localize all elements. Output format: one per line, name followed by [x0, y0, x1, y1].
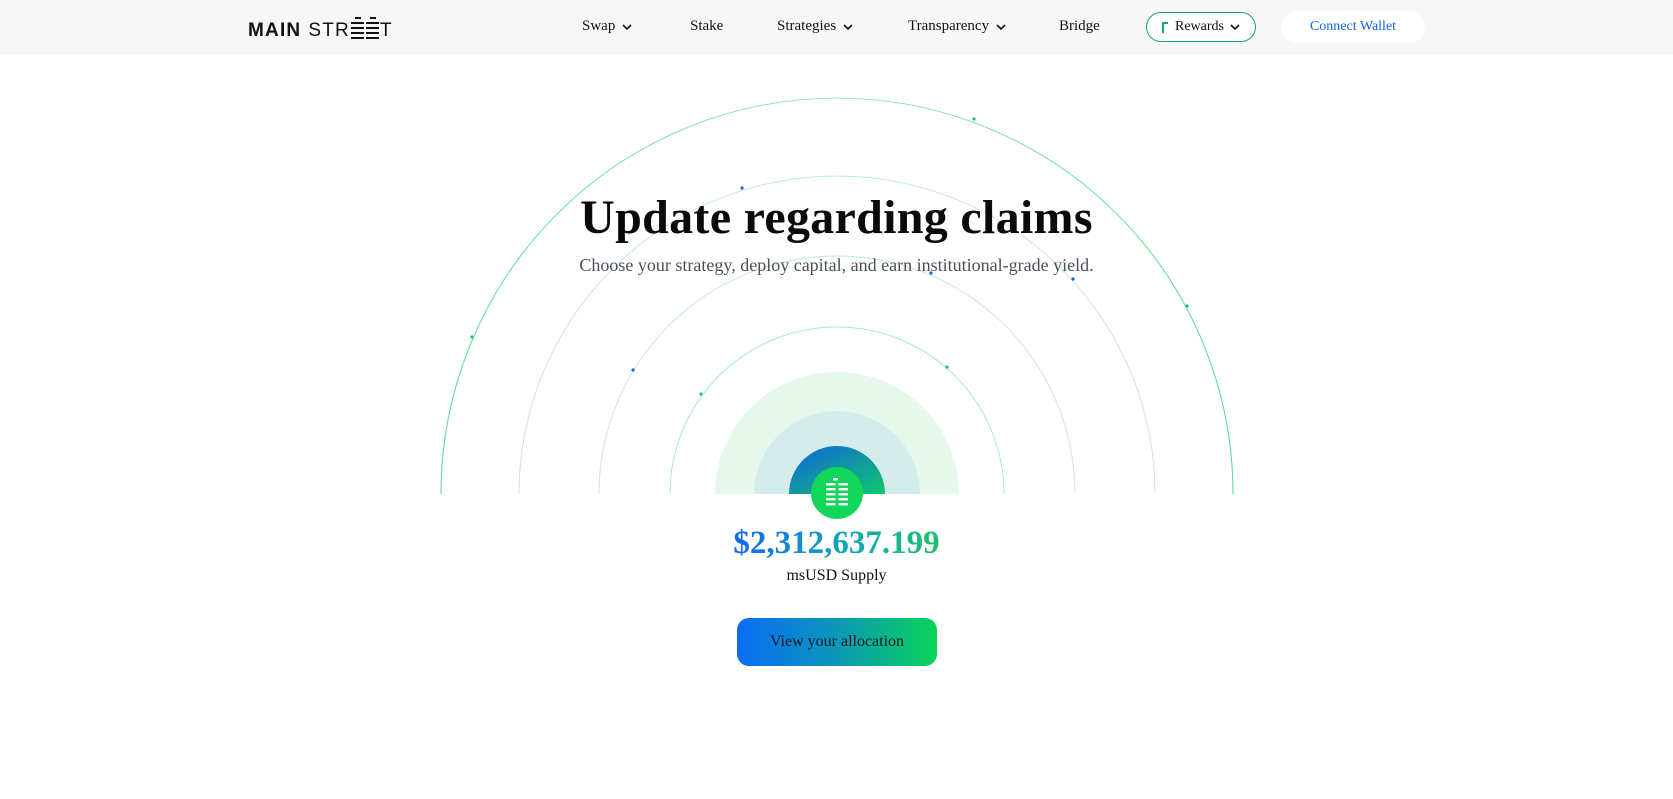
msusd-supply-value: $2,312,637.199	[0, 525, 1673, 562]
hero-subtitle: Choose your strategy, deploy capital, an…	[579, 255, 1094, 275]
msusd-token-icon	[811, 467, 863, 519]
msusd-supply-label: msUSD Supply	[786, 567, 887, 584]
orbit-dot	[945, 365, 949, 369]
orbit-dot	[972, 117, 976, 121]
view-allocation-label: View your allocation	[769, 633, 905, 650]
orbit-dot	[470, 335, 474, 339]
orbit-dot	[1071, 277, 1075, 281]
msusd-supply-amount: $2,312,637.199	[733, 525, 940, 561]
hero-radial-background	[440, 97, 1234, 519]
orbit-dot	[699, 392, 703, 396]
view-allocation-button[interactable]: View your allocation	[737, 618, 937, 666]
orbit-dot	[631, 368, 635, 372]
orbit-dot	[1185, 304, 1189, 308]
hero-title: Update regarding claims	[580, 191, 1093, 244]
